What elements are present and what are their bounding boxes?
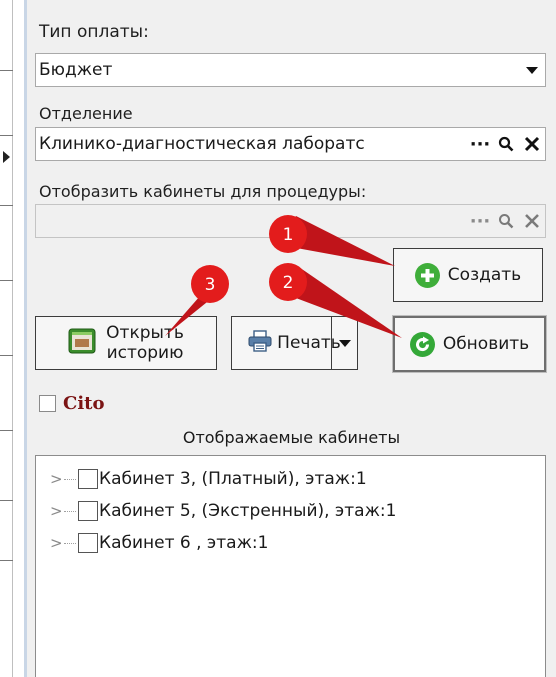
refresh-icon: [409, 331, 435, 357]
chevron-right-icon[interactable]: >: [50, 470, 64, 488]
ellipsis-button[interactable]: ···: [467, 128, 493, 160]
chevron-down-icon: [338, 339, 351, 347]
tree-connector: [64, 542, 76, 544]
booking-panel: Тип оплаты: Бюджет Отделение Клинико-диа…: [27, 0, 556, 677]
tree-item-label: Кабинет 3, (Платный), этаж:1: [99, 469, 367, 489]
procedure-rooms-label: Отобразить кабинеты для процедуры:: [39, 182, 367, 201]
payment-type-label: Тип оплаты:: [39, 22, 149, 42]
cito-label: Cito: [63, 393, 105, 414]
tree-item-label: Кабинет 5, (Экстренный), этаж:1: [99, 501, 397, 521]
search-icon[interactable]: [493, 205, 519, 237]
tree-item-checkbox[interactable]: [78, 469, 98, 489]
create-button-label: Создать: [447, 265, 522, 285]
chevron-right-icon[interactable]: >: [50, 534, 64, 552]
ruler-tick: [0, 205, 13, 206]
payment-type-select[interactable]: Бюджет: [35, 53, 546, 87]
open-history-label-line1: Открыть: [106, 323, 184, 343]
clear-icon[interactable]: [519, 128, 545, 160]
plus-icon: [414, 262, 440, 288]
refresh-button[interactable]: Обновить: [392, 315, 547, 373]
cito-checkbox-box[interactable]: [39, 395, 56, 412]
rooms-tree[interactable]: > Кабинет 3, (Платный), этаж:1 > Кабинет…: [35, 455, 546, 677]
tree-item-checkbox[interactable]: [78, 533, 98, 553]
ruler-tick: [0, 135, 13, 136]
ruler-tick: [0, 70, 13, 71]
open-history-label-line2: историю: [106, 343, 184, 363]
tree-item[interactable]: > Кабинет 3, (Платный), этаж:1: [50, 468, 367, 490]
ruler-tick: [0, 355, 13, 356]
ruler-line: [12, 0, 13, 677]
payment-type-value: Бюджет: [39, 60, 113, 80]
ruler-tick: [0, 280, 13, 281]
procedure-field[interactable]: ···: [35, 204, 546, 238]
printer-icon: [248, 329, 272, 357]
tree-item-checkbox[interactable]: [78, 501, 98, 521]
department-field[interactable]: Клинико-диагностическая лаборатс ···: [35, 127, 546, 161]
caret-right-icon: [3, 151, 10, 163]
ellipsis-button[interactable]: ···: [467, 205, 493, 237]
print-button[interactable]: Печать: [231, 316, 358, 370]
cito-checkbox[interactable]: Cito: [39, 393, 104, 414]
tree-item-label: Кабинет 6 , этаж:1: [99, 533, 269, 553]
history-icon: [68, 327, 96, 360]
tree-item[interactable]: > Кабинет 6 , этаж:1: [50, 532, 268, 554]
print-dropdown-toggle[interactable]: [331, 317, 357, 369]
chevron-right-icon[interactable]: >: [50, 502, 64, 520]
refresh-button-label: Обновить: [442, 334, 530, 354]
ruler-tick: [0, 430, 13, 431]
rooms-title: Отображаемые кабинеты: [182, 428, 401, 447]
clear-icon[interactable]: [519, 205, 545, 237]
open-history-button[interactable]: Открыть историю: [35, 316, 217, 370]
tree-item[interactable]: > Кабинет 5, (Экстренный), этаж:1: [50, 500, 396, 522]
department-label: Отделение: [39, 104, 133, 123]
ruler-tick: [0, 560, 13, 561]
create-button[interactable]: Создать: [393, 248, 543, 302]
tree-connector: [64, 510, 76, 512]
department-value: Клинико-диагностическая лаборатс: [39, 134, 365, 154]
ruler-tick: [0, 500, 13, 501]
tree-connector: [64, 478, 76, 480]
chevron-down-icon[interactable]: [519, 54, 545, 86]
search-icon[interactable]: [493, 128, 519, 160]
left-ruler: [0, 0, 26, 677]
